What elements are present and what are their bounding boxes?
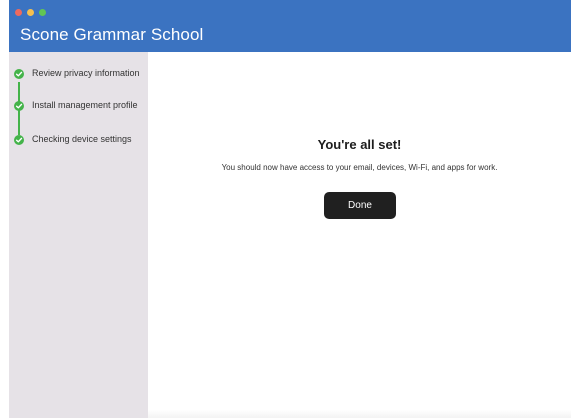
title-bar: Scone Grammar School [9, 0, 571, 52]
close-window-button[interactable] [15, 9, 22, 16]
app-title: Scone Grammar School [20, 25, 204, 44]
maximize-window-button[interactable] [39, 9, 46, 16]
step-label: Install management profile [32, 100, 138, 110]
minimize-window-button[interactable] [27, 9, 34, 16]
app-window: Scone Grammar School Review privacy info… [0, 0, 571, 418]
done-button[interactable]: Done [324, 192, 396, 219]
step-connector [18, 109, 20, 135]
steps-sidebar: Review privacy information Install manag… [9, 52, 148, 418]
step-label: Review privacy information [32, 68, 140, 78]
window-bottom-edge [148, 410, 571, 418]
main-content: You're all set! You should now have acce… [148, 52, 571, 418]
checkmark-icon [14, 69, 24, 79]
page-title: You're all set! [317, 137, 402, 152]
checkmark-icon [14, 101, 24, 111]
checkmark-icon [14, 135, 24, 145]
step-label: Checking device settings [32, 134, 132, 144]
step-connector [18, 82, 20, 102]
completion-message: You should now have access to your email… [221, 163, 498, 172]
